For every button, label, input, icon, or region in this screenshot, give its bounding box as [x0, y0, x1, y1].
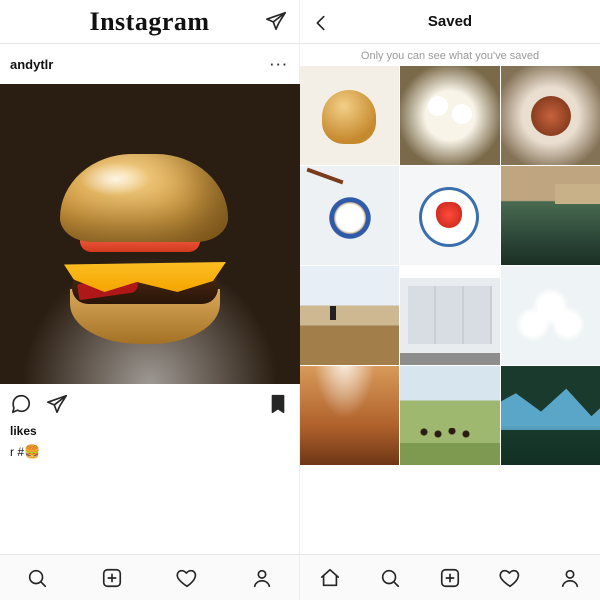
feed-post: andytlr ···: [0, 44, 299, 466]
feed-tabbar: [0, 554, 299, 600]
activity-tab-icon[interactable]: [499, 567, 521, 589]
search-tab-icon[interactable]: [26, 567, 48, 589]
search-tab-icon[interactable]: [379, 567, 401, 589]
profile-tab-icon[interactable]: [251, 567, 273, 589]
back-icon[interactable]: [310, 12, 332, 34]
saved-thumb-burger[interactable]: [300, 66, 399, 165]
saved-title: Saved: [428, 13, 472, 30]
post-image-burger[interactable]: [0, 84, 300, 384]
feed-header: Instagram: [0, 0, 299, 44]
saved-thumb-eggs[interactable]: [400, 66, 499, 165]
post-caption: r #🍔: [0, 444, 299, 466]
saved-thumb-bison[interactable]: [400, 366, 499, 465]
post-username[interactable]: andytlr: [10, 57, 53, 72]
post-more-button[interactable]: ···: [270, 57, 289, 72]
saved-thumb-bowl[interactable]: [501, 66, 600, 165]
saved-thumb-desert[interactable]: [300, 266, 399, 365]
direct-messages-icon[interactable]: [265, 10, 287, 32]
feed-screen: Instagram andytlr ···: [0, 0, 300, 600]
add-post-tab-icon[interactable]: [101, 567, 123, 589]
bookmark-filled-icon[interactable]: [267, 393, 289, 415]
saved-thumb-strawberries[interactable]: [400, 166, 499, 265]
saved-thumb-river[interactable]: [501, 366, 600, 465]
saved-thumb-blossom[interactable]: [501, 266, 600, 365]
burger-emoji: 🍔: [24, 444, 40, 459]
saved-screen: Saved Only you can see what you've saved: [300, 0, 600, 600]
saved-thumb-cliff[interactable]: [501, 166, 600, 265]
post-header: andytlr ···: [0, 44, 299, 84]
comment-icon[interactable]: [10, 393, 32, 415]
saved-tabbar: [300, 554, 600, 600]
instagram-logo: Instagram: [89, 7, 209, 37]
post-action-bar: [0, 384, 299, 424]
saved-hint: Only you can see what you've saved: [300, 44, 600, 66]
saved-thumb-soup[interactable]: [300, 166, 399, 265]
saved-grid: [300, 66, 600, 465]
profile-tab-icon[interactable]: [559, 567, 581, 589]
saved-thumb-houses[interactable]: [400, 266, 499, 365]
add-post-tab-icon[interactable]: [439, 567, 461, 589]
saved-header: Saved: [300, 0, 600, 44]
saved-thumb-canyon[interactable]: [300, 366, 399, 465]
post-likes[interactable]: likes: [0, 424, 299, 444]
home-tab-icon[interactable]: [319, 567, 341, 589]
share-icon[interactable]: [46, 393, 68, 415]
activity-tab-icon[interactable]: [176, 567, 198, 589]
